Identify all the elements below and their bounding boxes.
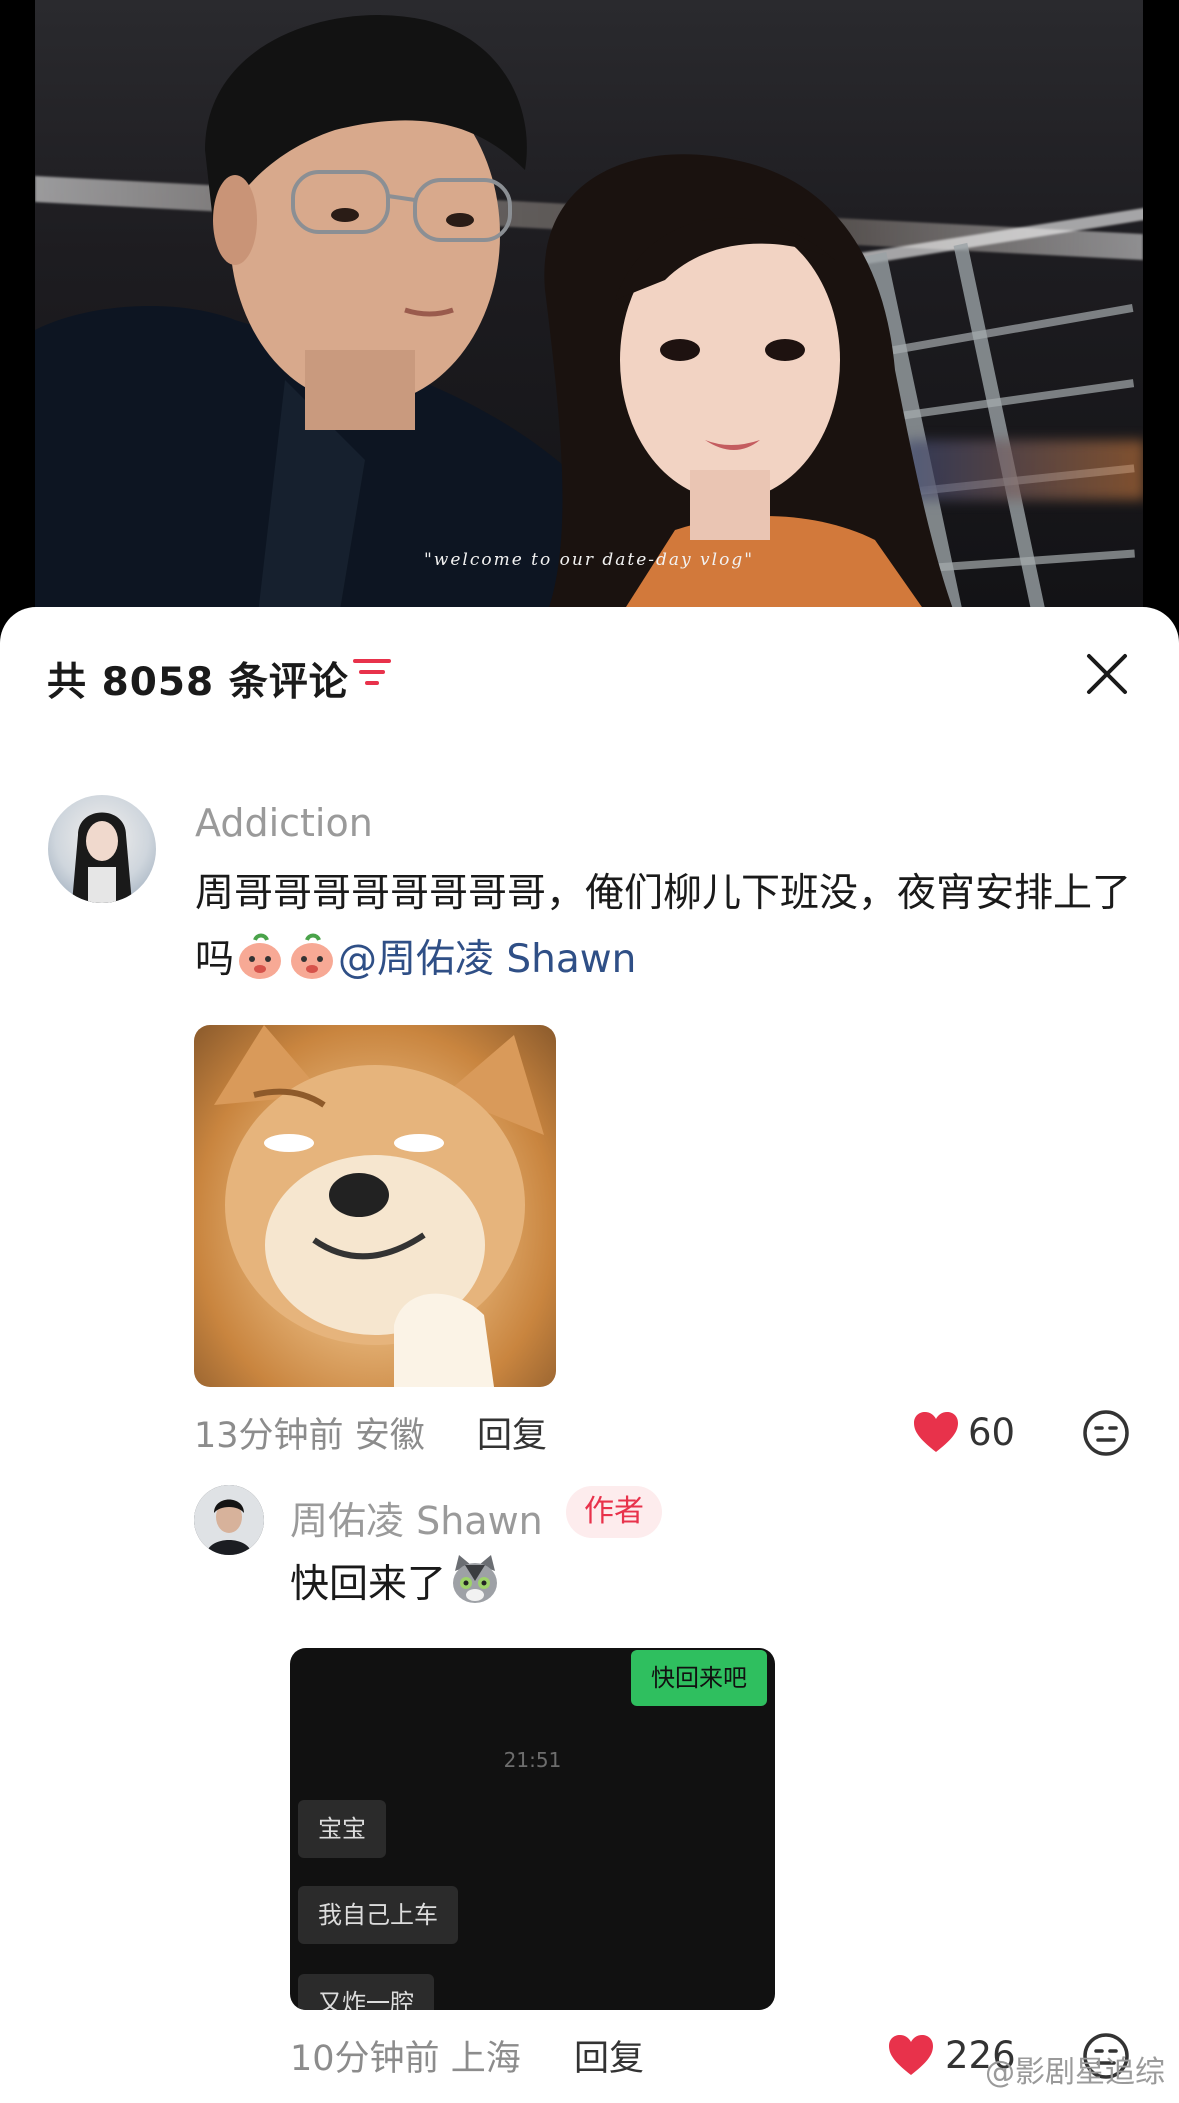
comments-count-title: 共 8058 条评论 (47, 660, 349, 705)
reply-button[interactable]: 回复 (477, 1407, 547, 1458)
chat-received-bubble: 我自己上车 (298, 1886, 458, 1944)
reply-username[interactable]: 周佑凌 Shawn (290, 1490, 543, 1545)
comments-sheet: 共 8058 条评论 Addiction 周哥哥哥哥哥哥哥哥，俺们柳儿下班没，夜… (0, 607, 1179, 2103)
reply-avatar[interactable] (194, 1485, 264, 1555)
video-cover[interactable]: "welcome to our date-day vlog" (35, 0, 1143, 640)
chat-received-bubble: 又炸一腔 (298, 1974, 434, 2010)
like-count: 60 (968, 1411, 1016, 1454)
chat-received-bubble: 宝宝 (298, 1800, 386, 1858)
reply-button[interactable]: 回复 (574, 2030, 644, 2081)
comment-text: 周哥哥哥哥哥哥哥哥，俺们柳儿下班没，夜宵安排上了吗 @周佑凌 Shawn (195, 861, 1135, 993)
reply-location: 上海 (450, 2039, 521, 2079)
mention-link[interactable]: @周佑凌 Shawn (338, 937, 636, 982)
chat-screenshot-image[interactable]: 快回来吧 21:51 宝宝 我自己上车 又炸一腔 (290, 1648, 775, 2010)
peach-emoji-icon (291, 933, 334, 979)
weibo-watermark: @影剧星追综 (985, 2055, 1165, 2090)
reply-body: 快回来了 (290, 1562, 447, 1607)
heart-icon[interactable] (887, 2033, 935, 2077)
reply-time: 10分钟前 (290, 2039, 440, 2079)
comment-username[interactable]: Addiction (195, 801, 373, 845)
cat-emoji-icon (453, 1555, 498, 1603)
reply-avatar-image (194, 1485, 264, 1555)
comments-header: 共 8058 条评论 (0, 607, 1179, 747)
dog-meme-image[interactable] (194, 1025, 556, 1387)
chat-sent-bubble: 快回来吧 (631, 1650, 767, 1706)
avatar-image (72, 812, 132, 903)
dislike-face-icon[interactable] (1082, 1409, 1130, 1457)
sort-filter-icon[interactable] (353, 657, 391, 689)
close-icon[interactable] (1085, 652, 1129, 696)
screen: "welcome to our date-day vlog" 共 8058 条评… (0, 0, 1179, 2103)
reply-text: 快回来了 (290, 1551, 504, 1618)
comment-time: 13分钟前 (194, 1416, 344, 1456)
dog-meme-drawing (214, 1025, 544, 1387)
author-badge: 作者 (566, 1486, 662, 1538)
comment-meta: 13分钟前 安徽 (194, 1407, 425, 1458)
peach-emoji-icon (239, 933, 282, 979)
avatar[interactable] (48, 795, 156, 903)
comment-location: 安徽 (354, 1416, 425, 1456)
heart-icon[interactable] (912, 1410, 960, 1454)
video-caption: "welcome to our date-day vlog" (423, 550, 755, 570)
chat-timestamp: 21:51 (503, 1748, 562, 1772)
reply-meta: 10分钟前 上海 (290, 2030, 521, 2081)
